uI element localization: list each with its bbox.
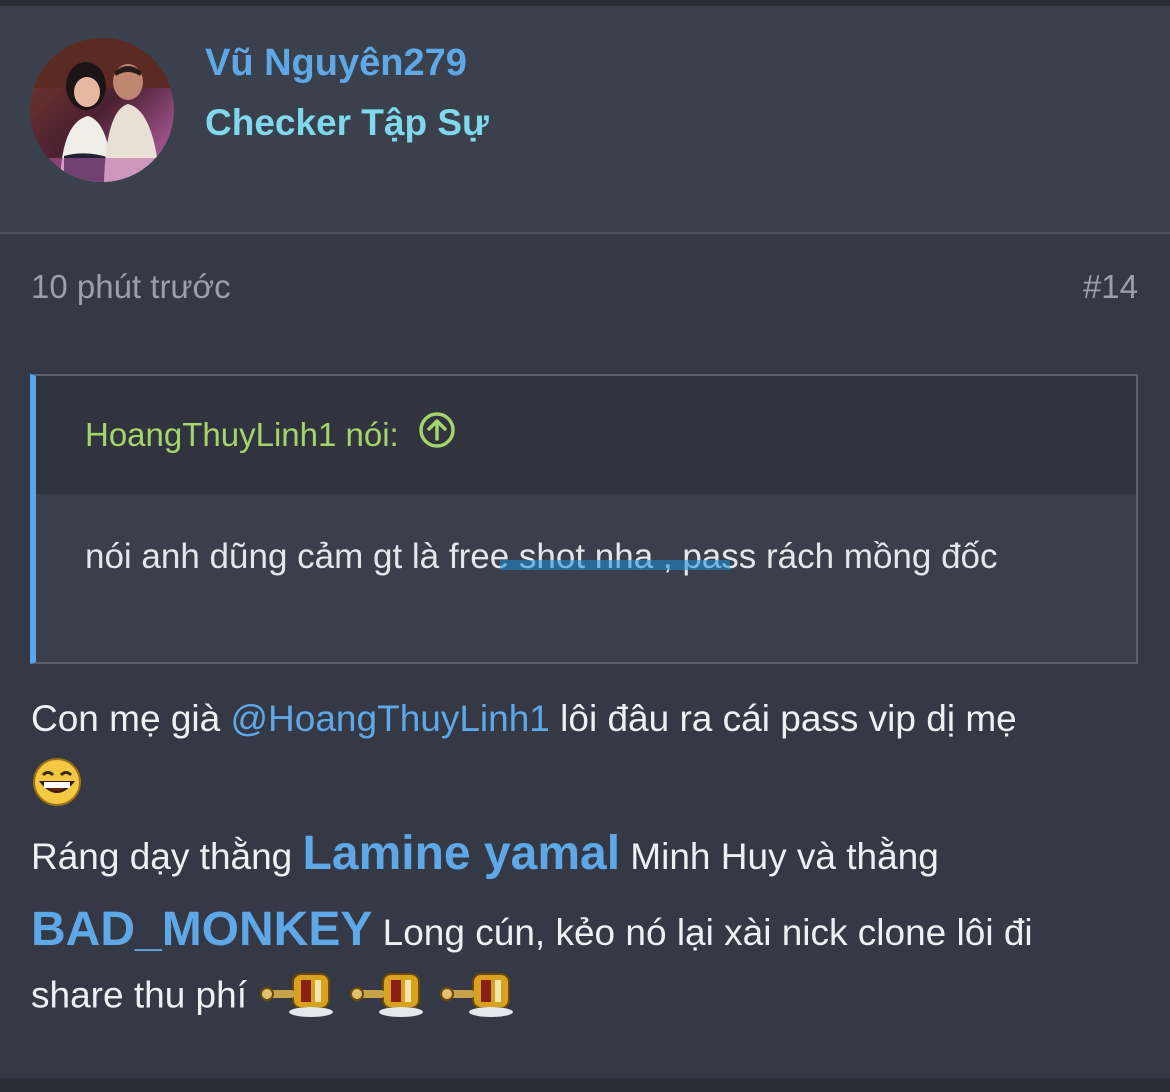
post-timestamp[interactable]: 10 phút trước <box>31 268 231 306</box>
user-mention-link[interactable]: @HoangThuyLinh1 <box>231 698 550 739</box>
message-text: Long cún, kẻo nó lại xài nick clone lôi … <box>372 912 1033 953</box>
quote-text: nói anh dũng cảm gt là free shot nha , p… <box>85 537 998 576</box>
message-text: lôi đâu ra cái pass vip dị mẹ <box>549 698 1017 739</box>
highlighted-name: BAD_MONKEY <box>31 903 373 956</box>
arrow-up-circle-icon[interactable] <box>418 411 456 457</box>
message-body: Con mẹ già @HoangThuyLinh1 lôi đâu ra cá… <box>31 698 1141 1038</box>
quote-author-text[interactable]: HoangThuyLinh1 nói: <box>85 416 399 453</box>
message-line <box>31 756 1141 826</box>
quote-header: HoangThuyLinh1 nói: <box>36 376 1136 494</box>
highlighted-name: Lamine yamal <box>302 827 621 880</box>
avatar[interactable] <box>30 38 174 182</box>
forum-post: Vũ Nguyên279 Checker Tập Sự 10 phút trướ… <box>0 0 1170 1092</box>
robot-emoji-icon <box>257 968 343 1027</box>
post-number-link[interactable]: #14 <box>1083 268 1138 306</box>
quote-author-line[interactable]: HoangThuyLinh1 nói: <box>85 412 456 457</box>
message-line: BAD_MONKEY Long cún, kẻo nó lại xài nick… <box>31 902 1141 968</box>
quote-block: HoangThuyLinh1 nói: nói anh dũng cảm gt … <box>30 374 1138 664</box>
laughing-emoji-icon <box>31 756 83 817</box>
robot-emoji-icon <box>437 968 523 1027</box>
robot-emoji-icon <box>347 968 433 1027</box>
message-line: Ráng dạy thằng Lamine yamal Minh Huy và … <box>31 826 1141 902</box>
message-text: Minh Huy và thằng <box>620 836 939 877</box>
message-text: Con mẹ già <box>31 698 231 739</box>
message-line: share thu phí <box>31 968 1141 1038</box>
bottom-divider <box>0 1078 1170 1092</box>
post-header: Vũ Nguyên279 Checker Tập Sự <box>0 6 1170 234</box>
username-link[interactable]: Vũ Nguyên279 <box>205 42 467 85</box>
user-title: Checker Tập Sự <box>205 102 489 143</box>
message-text: share thu phí <box>31 974 247 1016</box>
message-text: Ráng dạy thằng <box>31 836 303 877</box>
message-line: Con mẹ già @HoangThuyLinh1 lôi đâu ra cá… <box>31 698 1141 756</box>
